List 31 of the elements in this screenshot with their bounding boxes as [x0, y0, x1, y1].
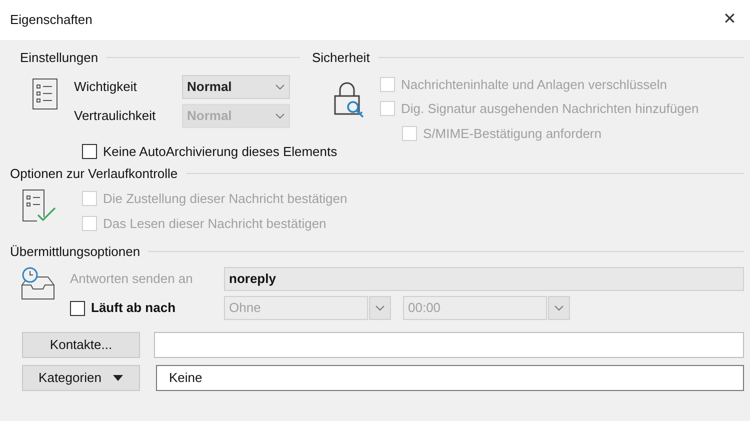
dropdown-button[interactable] [548, 296, 570, 320]
checkbox-label: S/MIME-Bestätigung anfordern [423, 124, 602, 143]
checkbox-label: Das Lesen dieser Nachricht bestätigen [103, 215, 326, 233]
caret-icon [113, 375, 124, 381]
section-heading: Übermittlungsoptionen [10, 242, 140, 261]
chevron-icon [275, 112, 285, 118]
checkbox-label: Dig. Signatur ausgehenden Nachrichten hinzufügen [401, 100, 699, 118]
checkbox-label: Die Zustellung dieser Nachricht bestätigen [103, 190, 348, 208]
contacts-button[interactable]: Kontakte... [22, 332, 140, 358]
field-label: Vertraulichkeit [74, 106, 157, 125]
chevron-icon [275, 84, 285, 90]
section-heading: Sicherheit [312, 49, 370, 67]
dropdown-button[interactable] [369, 296, 391, 320]
contacts-field[interactable] [154, 332, 744, 358]
chevron-icon [375, 305, 385, 311]
checkbox-label: Läuft ab nach [91, 299, 176, 318]
list-icon [32, 78, 58, 110]
field-label: Antworten senden an [70, 270, 194, 288]
window-title: Eigenschaften [10, 11, 92, 30]
close-button[interactable]: ✕ [723, 8, 736, 32]
checklist-icon [22, 188, 58, 222]
categories-field[interactable]: Keine [156, 365, 744, 391]
section-heading: Optionen zur Verlaufkontrolle [10, 165, 178, 183]
dropdown[interactable]: Normal [182, 74, 290, 98]
checkbox[interactable] [82, 144, 97, 159]
checkbox-label: Keine AutoArchivierung dieses Elements [103, 142, 338, 161]
field-label: Wichtigkeit [74, 78, 138, 96]
section-heading: Einstellungen [20, 49, 98, 67]
checkbox-label: Nachrichteninhalte und Anlagen verschlüsseln [401, 76, 667, 94]
chevron-icon [554, 305, 564, 311]
categories-button[interactable]: Kategorien [22, 365, 140, 391]
